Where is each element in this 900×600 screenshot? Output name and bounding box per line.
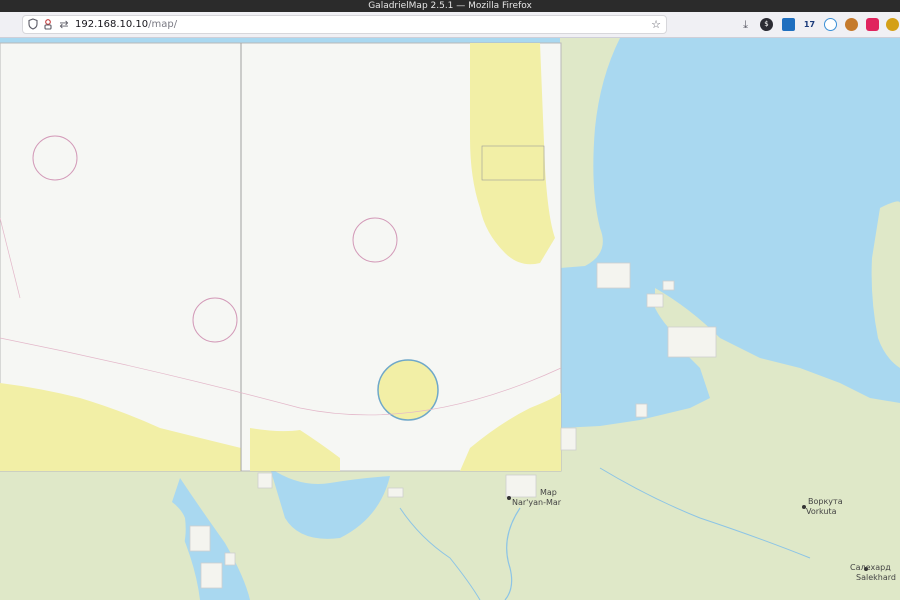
- chart-tile: [560, 427, 577, 451]
- address-bar[interactable]: ⇄ 192.168.10.10/map/ ☆: [22, 15, 667, 34]
- permissions-icon[interactable]: [41, 18, 55, 32]
- bookmark-star-icon[interactable]: ☆: [649, 18, 663, 32]
- chart-tile: [224, 552, 236, 566]
- browser-toolbar: ⇄ 192.168.10.10/map/ ☆ ⤓ $ 17: [0, 12, 900, 38]
- chart-tile: [635, 403, 648, 418]
- extension-icon[interactable]: $: [760, 18, 773, 31]
- extension-icon[interactable]: [782, 18, 795, 31]
- chart-tile: [200, 562, 223, 589]
- chart-island: [377, 359, 439, 421]
- chart-tile: [387, 487, 404, 498]
- window-titlebar: GaladrielMap 2.5.1 — Mozilla Firefox: [0, 0, 900, 12]
- downloads-icon[interactable]: ⤓: [739, 18, 752, 31]
- url-host: 192.168.10.10: [75, 19, 149, 30]
- connection-icon[interactable]: ⇄: [57, 18, 71, 32]
- city-marker-naryan-mar: [507, 496, 511, 500]
- chart-tile: [667, 326, 717, 358]
- map-view[interactable]: Map Nar'yan-Mar Воркута Vorkuta Салехард…: [0, 38, 900, 600]
- extension-icon[interactable]: 17: [803, 18, 816, 31]
- chart-tile: [505, 474, 537, 498]
- shield-icon[interactable]: [26, 18, 40, 32]
- chart-tile: [646, 293, 664, 308]
- extension-icon[interactable]: [845, 18, 858, 31]
- city-label-salekhard: Salekhard: [856, 573, 896, 582]
- city-label-naryan-mar-map: Map: [540, 488, 557, 497]
- city-label-naryan-mar: Nar'yan-Mar: [512, 498, 562, 507]
- city-label-salekhard-cyrillic: Салехард: [850, 563, 891, 572]
- extension-icon[interactable]: [824, 18, 837, 31]
- extension-icon[interactable]: [866, 18, 879, 31]
- window-title: GaladrielMap 2.5.1 — Mozilla Firefox: [368, 1, 532, 11]
- map-canvas[interactable]: Map Nar'yan-Mar Воркута Vorkuta Салехард…: [0, 38, 900, 600]
- chart-tile: [596, 262, 631, 289]
- extension-icon[interactable]: [886, 18, 899, 31]
- city-label-vorkuta-cyrillic: Воркута: [808, 497, 843, 506]
- chart-tile: [257, 472, 273, 489]
- city-label-vorkuta: Vorkuta: [806, 507, 837, 516]
- chart-tile: [189, 525, 211, 552]
- chart-tile: [662, 280, 675, 291]
- url-path: /map/: [148, 19, 178, 30]
- navigation-menu-icon[interactable]: [6, 17, 20, 31]
- url-text[interactable]: 192.168.10.10/map/: [75, 16, 177, 33]
